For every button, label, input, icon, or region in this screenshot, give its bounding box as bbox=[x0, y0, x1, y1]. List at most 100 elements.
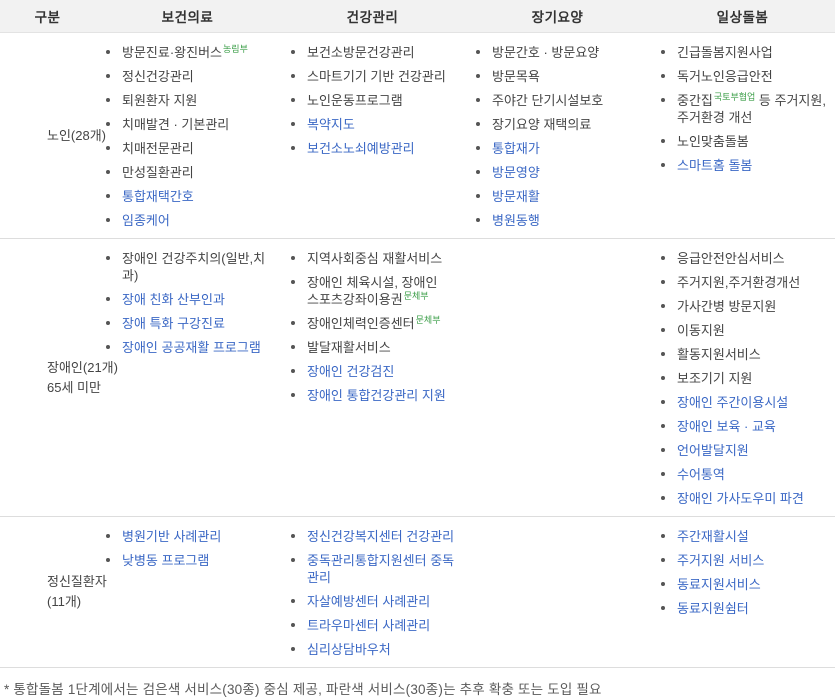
service-item-label: 지역사회중심 재활서비스 bbox=[307, 250, 442, 267]
service-item: 중간집국토부협업 등 주거지원, 주거환경 개선 bbox=[658, 92, 833, 126]
column-header-longterm-care: 장기요양 bbox=[465, 6, 650, 26]
bullet-icon bbox=[658, 370, 677, 387]
service-item-label: 보건소노쇠예방관리 bbox=[307, 140, 415, 157]
service-item: 발달재활서비스 bbox=[288, 339, 463, 356]
bullet-icon bbox=[288, 339, 307, 356]
service-item-label: 방문간호 · 방문요양 bbox=[492, 44, 599, 61]
bullet-icon bbox=[288, 641, 307, 658]
service-item-label: 활동지원서비스 bbox=[677, 346, 761, 363]
service-item-label: 장기요양 재택의료 bbox=[492, 116, 591, 133]
bullet-icon bbox=[103, 188, 122, 205]
service-item: 중독관리통합지원센터 중독관리 bbox=[288, 552, 463, 586]
ministry-tag: 문체부 bbox=[404, 291, 429, 301]
bullet-icon bbox=[658, 466, 677, 483]
service-item-label: 치매발견 · 기본관리 bbox=[122, 116, 229, 133]
service-item: 주거지원,주거환경개선 bbox=[658, 274, 833, 291]
service-list: 방문진료·왕진버스농림부정신건강관리퇴원환자 지원치매발견 · 기본관리치매전문… bbox=[95, 33, 280, 238]
table-row: 정신질환자(11개)병원기반 사례관리낮병동 프로그램정신건강복지센터 건강관리… bbox=[0, 517, 835, 668]
row-label: 정신질환자(11개) bbox=[0, 517, 95, 667]
service-item: 치매전문관리 bbox=[103, 140, 278, 157]
bullet-icon bbox=[658, 298, 677, 315]
service-item-label: 긴급돌봄지원사업 bbox=[677, 44, 773, 61]
bullet-icon bbox=[473, 188, 492, 205]
column-header-health-medical: 보건의료 bbox=[95, 6, 280, 26]
service-item-label: 장애인 건강검진 bbox=[307, 363, 394, 380]
service-item-label: 퇴원환자 지원 bbox=[122, 92, 197, 109]
service-item-label: 중독관리통합지원센터 중독관리 bbox=[307, 552, 463, 586]
bullet-icon bbox=[658, 418, 677, 435]
bullet-icon bbox=[658, 600, 677, 617]
service-item-label: 통합재가 bbox=[492, 140, 540, 157]
service-item: 노인운동프로그램 bbox=[288, 92, 463, 109]
service-item: 보조기기 지원 bbox=[658, 370, 833, 387]
service-list: 보건소방문건강관리스마트기기 기반 건강관리노인운동프로그램복약지도보건소노쇠예… bbox=[280, 33, 465, 238]
service-item: 만성질환관리 bbox=[103, 164, 278, 181]
service-item: 긴급돌봄지원사업 bbox=[658, 44, 833, 61]
service-item-label: 방문재활 bbox=[492, 188, 540, 205]
service-item-label: 장애 친화 산부인과 bbox=[122, 291, 225, 308]
service-list: 장애인 건강주치의(일반,치과)장애 친화 산부인과장애 특화 구강진료장애인 … bbox=[95, 239, 280, 516]
bullet-icon bbox=[288, 315, 307, 332]
table-row: 노인(28개)방문진료·왕진버스농림부정신건강관리퇴원환자 지원치매발견 · 기… bbox=[0, 33, 835, 239]
service-item: 트라우마센터 사례관리 bbox=[288, 617, 463, 634]
row-label: 노인(28개) bbox=[0, 33, 95, 238]
service-list: 긴급돌봄지원사업독거노인응급안전중간집국토부협업 등 주거지원, 주거환경 개선… bbox=[650, 33, 835, 238]
bullet-icon bbox=[658, 394, 677, 411]
service-item-label: 노인맞춤돌봄 bbox=[677, 133, 749, 150]
service-item-label: 응급안전안심서비스 bbox=[677, 250, 785, 267]
bullet-icon bbox=[103, 164, 122, 181]
bullet-icon bbox=[103, 44, 122, 61]
service-item-label: 장애인 체육시설, 장애인 스포츠강좌이용권문체부 bbox=[307, 274, 437, 308]
bullet-icon bbox=[103, 116, 122, 133]
service-item-label: 동료지원쉼터 bbox=[677, 600, 749, 617]
service-item: 지역사회중심 재활서비스 bbox=[288, 250, 463, 267]
bullet-icon bbox=[658, 250, 677, 267]
service-item: 수어통역 bbox=[658, 466, 833, 483]
bullet-icon bbox=[473, 44, 492, 61]
bullet-icon bbox=[658, 528, 677, 545]
service-item: 활동지원서비스 bbox=[658, 346, 833, 363]
service-item-label: 발달재활서비스 bbox=[307, 339, 391, 356]
service-item-label: 정신건강복지센터 건강관리 bbox=[307, 528, 454, 545]
service-item-label: 스마트기기 기반 건강관리 bbox=[307, 68, 446, 85]
service-item: 주거지원 서비스 bbox=[658, 552, 833, 569]
service-item-label: 방문진료·왕진버스농림부 bbox=[122, 44, 248, 61]
service-item: 방문목욕 bbox=[473, 68, 648, 85]
row-label: 장애인(21개)65세 미만 bbox=[0, 239, 95, 516]
bullet-icon bbox=[658, 576, 677, 593]
service-item-label: 수어통역 bbox=[677, 466, 725, 483]
bullet-icon bbox=[658, 133, 677, 150]
service-item: 스마트기기 기반 건강관리 bbox=[288, 68, 463, 85]
table-body: 노인(28개)방문진료·왕진버스농림부정신건강관리퇴원환자 지원치매발견 · 기… bbox=[0, 33, 835, 668]
service-item: 가사간병 방문지원 bbox=[658, 298, 833, 315]
service-item-label: 장애인체력인증센터문체부 bbox=[307, 315, 440, 332]
service-item: 주간재활시설 bbox=[658, 528, 833, 545]
service-item-label: 장애인 가사도우미 파견 bbox=[677, 490, 804, 507]
service-item-label: 언어발달지원 bbox=[677, 442, 749, 459]
service-item-label: 스마트홈 돌봄 bbox=[677, 157, 752, 174]
bullet-icon bbox=[658, 157, 677, 174]
bullet-icon bbox=[658, 322, 677, 339]
services-table: 구분 보건의료 건강관리 장기요양 일상돌봄 노인(28개) 방문진료·왕진버스농… bbox=[0, 0, 835, 668]
service-item: 낮병동 프로그램 bbox=[103, 552, 278, 569]
column-header-health-management: 건강관리 bbox=[280, 6, 465, 26]
footnote: * 통합돌봄 1단계에서는 검은색 서비스(30종) 중심 제공, 파란색 서비… bbox=[0, 668, 835, 698]
ministry-tag: 문체부 bbox=[416, 315, 441, 325]
service-list: 병원기반 사례관리낮병동 프로그램 bbox=[95, 517, 280, 667]
service-item: 병원기반 사례관리 bbox=[103, 528, 278, 545]
service-item-label: 임종케어 bbox=[122, 212, 170, 229]
service-item: 방문재활 bbox=[473, 188, 648, 205]
table-header: 구분 보건의료 건강관리 장기요양 일상돌봄 bbox=[0, 0, 835, 33]
service-item: 방문영양 bbox=[473, 164, 648, 181]
bullet-icon bbox=[103, 250, 122, 267]
bullet-icon bbox=[288, 593, 307, 610]
service-item: 주야간 단기시설보호 bbox=[473, 92, 648, 109]
service-item: 장애인 건강주치의(일반,치과) bbox=[103, 250, 278, 284]
service-item-label: 장애인 통합건강관리 지원 bbox=[307, 387, 446, 404]
bullet-icon bbox=[288, 363, 307, 380]
bullet-icon bbox=[473, 116, 492, 133]
service-item-label: 만성질환관리 bbox=[122, 164, 194, 181]
bullet-icon bbox=[288, 68, 307, 85]
bullet-icon bbox=[103, 68, 122, 85]
bullet-icon bbox=[658, 274, 677, 291]
